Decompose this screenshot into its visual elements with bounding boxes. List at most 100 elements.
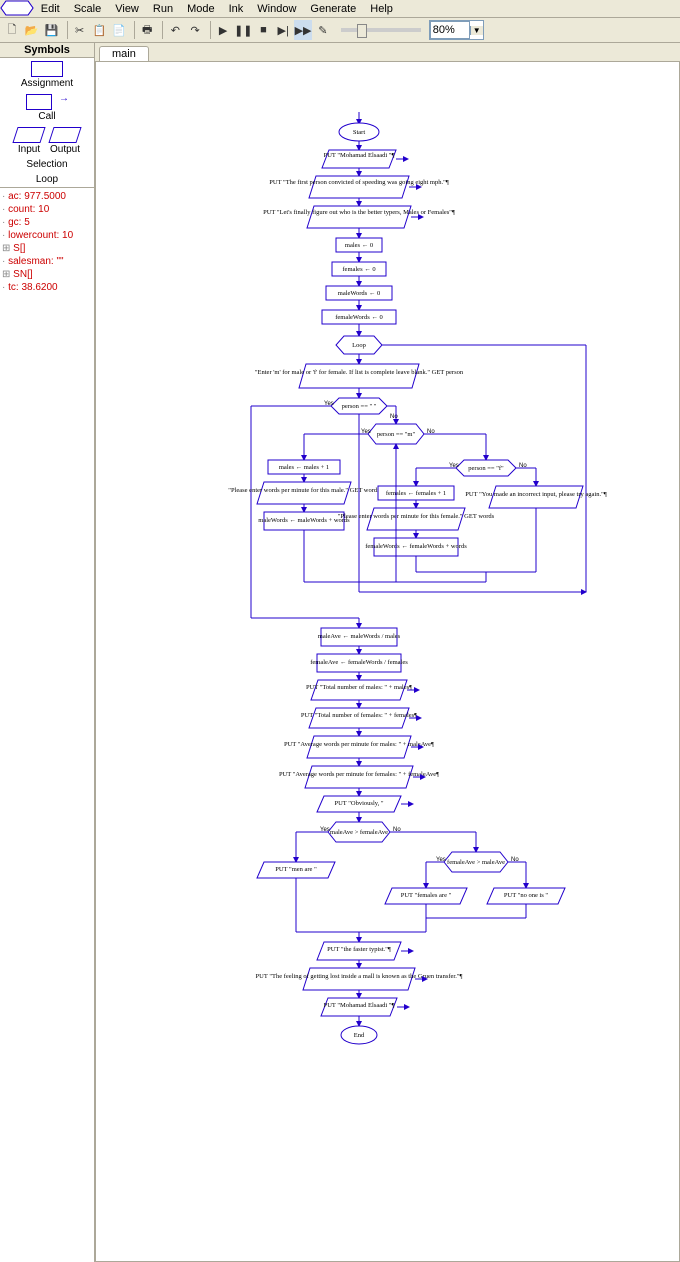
menu-run[interactable]: Run: [146, 2, 180, 16]
node-cond-m[interactable]: person == "m": [368, 424, 424, 444]
node-f-prompt[interactable]: "Please enter words per minute for this …: [338, 508, 495, 530]
node-put-fact[interactable]: PUT "The first person convicted of speed…: [269, 176, 449, 198]
node-femaleave[interactable]: femaleAve ← femaleWords / females: [310, 654, 408, 672]
var-lowercount: lowercount: 10: [2, 229, 92, 242]
redo-button[interactable]: ↷: [185, 19, 205, 41]
zoom-input[interactable]: [430, 21, 470, 39]
palette-selection[interactable]: Selection: [0, 157, 94, 172]
svg-text:femaleAve > maleAve: femaleAve > maleAve: [447, 859, 505, 866]
node-put-fem[interactable]: PUT "females are ": [385, 888, 467, 904]
zoom-select[interactable]: ▼: [429, 20, 484, 40]
run-to-button[interactable]: ▶▶: [293, 19, 313, 41]
node-mw-add[interactable]: maleWords ← maleWords + words: [258, 512, 350, 530]
svg-text:PUT "Mohamad Elsaadi "¶: PUT "Mohamad Elsaadi "¶: [324, 1002, 395, 1009]
palette-call[interactable]: → Call: [0, 91, 94, 124]
svg-text:males ← males + 1: males ← males + 1: [279, 464, 329, 471]
node-females0[interactable]: females ← 0: [332, 262, 386, 276]
svg-text:PUT "Total number of females:: PUT "Total number of females: " + female…: [301, 712, 417, 719]
menu-bar: File Edit Scale View Run Mode Ink Window…: [0, 0, 680, 18]
toolbar: 🗋 📂 💾 ✂ 📋 📄 🖶 ↶ ↷ ▶ ❚❚ ■ ▶| ▶▶ ✎ ▼: [0, 18, 680, 43]
svg-text:PUT "females are ": PUT "females are ": [401, 892, 452, 899]
palette-input[interactable]: Input: [14, 126, 44, 155]
node-put-men[interactable]: PUT "men are ": [257, 862, 335, 878]
node-put-totf[interactable]: PUT "Total number of females: " + female…: [301, 708, 417, 728]
node-start[interactable]: Start: [339, 123, 379, 141]
node-loop[interactable]: Loop: [336, 336, 382, 354]
svg-text:PUT "no one is ": PUT "no one is ": [504, 892, 549, 899]
svg-text:PUT "Let's finally figure out: PUT "Let's finally figure out who is the…: [263, 209, 455, 216]
node-cond-mg[interactable]: maleAve > femaleAve: [328, 822, 390, 842]
svg-text:No: No: [390, 414, 398, 420]
svg-text:PUT "Mohamad Elsaadi "¶: PUT "Mohamad Elsaadi "¶: [324, 152, 395, 159]
menu-mode[interactable]: Mode: [180, 2, 222, 16]
palette-output[interactable]: Output: [50, 126, 80, 155]
variable-watch: ac: 977.5000 count: 10 gc: 5 lowercount:…: [0, 188, 94, 1262]
svg-text:PUT "The first person convicte: PUT "The first person convicted of speed…: [269, 179, 449, 186]
new-button[interactable]: 🗋: [2, 19, 22, 41]
node-put-totm[interactable]: PUT "Total number of males: " + males¶: [306, 680, 412, 700]
node-put-fact2[interactable]: PUT "The feeling of getting lost inside …: [256, 968, 463, 990]
node-males-inc[interactable]: males ← males + 1: [268, 460, 340, 474]
svg-text:females ← 0: females ← 0: [342, 266, 375, 273]
svg-text:PUT "Obviously, ": PUT "Obviously, ": [334, 800, 383, 807]
node-maleave[interactable]: maleAve ← maleWords / males: [318, 628, 401, 646]
palette-assignment[interactable]: Assignment: [0, 58, 94, 91]
menu-scale[interactable]: Scale: [67, 2, 109, 16]
pen-button[interactable]: ✎: [313, 19, 333, 41]
palette-loop[interactable]: Loop: [0, 172, 94, 187]
svg-text:PUT "Total number of males: ": PUT "Total number of males: " + males¶: [306, 684, 412, 691]
node-cond-blank[interactable]: person == " ": [331, 398, 387, 414]
node-put-name2[interactable]: PUT "Mohamad Elsaadi "¶: [321, 998, 397, 1016]
sidebar: Symbols Assignment → Call Input Output: [0, 43, 95, 1262]
step-button[interactable]: ▶|: [273, 19, 293, 41]
node-put-intro[interactable]: PUT "Let's finally figure out who is the…: [263, 206, 455, 228]
node-put-none[interactable]: PUT "no one is ": [487, 888, 565, 904]
node-cond-fg[interactable]: femaleAve > maleAve: [444, 852, 508, 872]
separator: [159, 21, 163, 39]
menu-window[interactable]: Window: [250, 2, 303, 16]
print-button[interactable]: 🖶: [137, 19, 157, 41]
menu-ink[interactable]: Ink: [222, 2, 251, 16]
var-salesman: salesman: "": [2, 255, 92, 268]
node-females-inc[interactable]: females ← females + 1: [378, 486, 454, 500]
svg-text:femaleAve ← femaleWords / fema: femaleAve ← femaleWords / females: [310, 659, 408, 666]
node-end[interactable]: End: [341, 1026, 377, 1044]
tab-main[interactable]: main: [99, 46, 149, 61]
menu-generate[interactable]: Generate: [303, 2, 363, 16]
cut-button[interactable]: ✂: [70, 19, 90, 41]
node-put-name1[interactable]: PUT "Mohamad Elsaadi "¶: [322, 150, 396, 168]
svg-text:End: End: [354, 1032, 365, 1039]
node-cond-f[interactable]: person == "f": [456, 460, 516, 476]
var-sn-array[interactable]: SN[]: [2, 268, 92, 281]
node-prompt-person[interactable]: "Enter 'm' for male or 'f' for female. I…: [255, 364, 464, 388]
save-button[interactable]: 💾: [42, 19, 62, 41]
open-button[interactable]: 📂: [22, 19, 42, 41]
speed-slider[interactable]: [341, 28, 421, 32]
menu-edit[interactable]: Edit: [34, 2, 67, 16]
undo-button[interactable]: ↶: [165, 19, 185, 41]
node-femalewords0[interactable]: femaleWords ← 0: [322, 310, 396, 324]
play-button[interactable]: ▶: [213, 19, 233, 41]
svg-text:"Enter 'm' for male or 'f' for: "Enter 'm' for male or 'f' for female. I…: [255, 369, 464, 376]
node-put-fast[interactable]: PUT "the faster typist."¶: [317, 942, 401, 960]
flowchart-canvas[interactable]: Start PUT "Mohamad Elsaadi "¶ PUT "The f…: [95, 61, 680, 1262]
paste-button[interactable]: 📄: [109, 19, 129, 41]
svg-text:maleWords ← 0: maleWords ← 0: [338, 290, 380, 297]
menu-help[interactable]: Help: [363, 2, 400, 16]
svg-text:maleWords ← maleWords + words: maleWords ← maleWords + words: [258, 517, 350, 524]
zoom-dropdown-icon[interactable]: ▼: [470, 26, 483, 35]
node-put-obv[interactable]: PUT "Obviously, ": [317, 796, 401, 812]
node-fw-add[interactable]: femaleWords ← femaleWords + words: [365, 538, 467, 556]
pause-button[interactable]: ❚❚: [233, 19, 253, 41]
svg-text:PUT "the faster typist."¶: PUT "the faster typist."¶: [327, 946, 391, 953]
svg-text:"Please enter words per minute: "Please enter words per minute for this …: [338, 513, 495, 520]
svg-text:person == " ": person == " ": [342, 403, 377, 410]
copy-button[interactable]: 📋: [89, 19, 109, 41]
node-malewords0[interactable]: maleWords ← 0: [326, 286, 392, 300]
node-males0[interactable]: males ← 0: [336, 238, 382, 252]
var-s-array[interactable]: S[]: [2, 242, 92, 255]
canvas-area: main Start PUT "Mohamad Elsaadi "¶ PUT "…: [95, 43, 680, 1262]
svg-text:maleAve > femaleAve: maleAve > femaleAve: [330, 829, 388, 836]
stop-button[interactable]: ■: [254, 19, 274, 41]
menu-view[interactable]: View: [108, 2, 146, 16]
